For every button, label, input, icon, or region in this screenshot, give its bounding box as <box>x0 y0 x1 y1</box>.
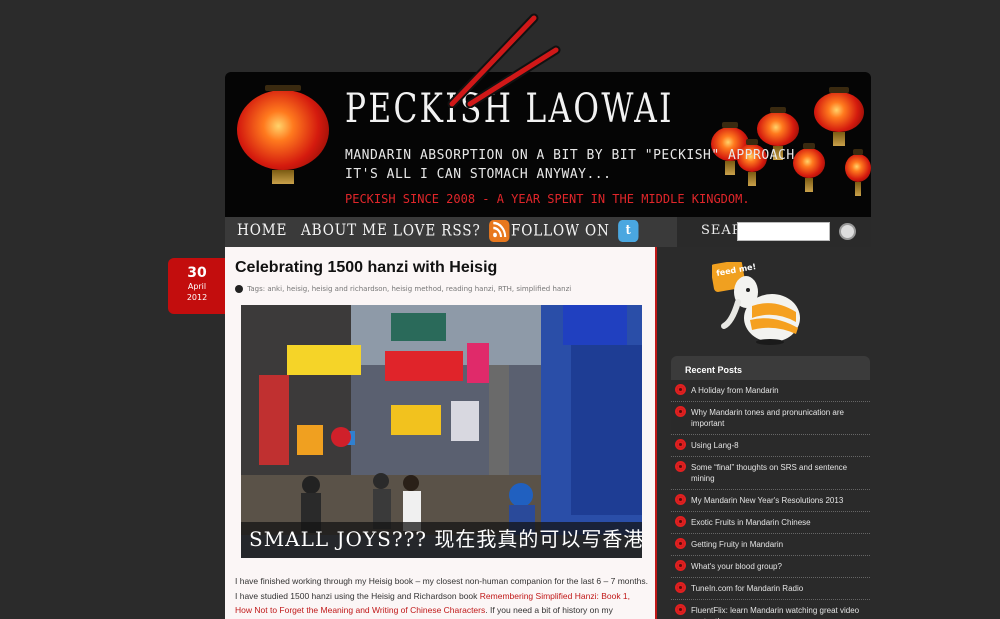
recent-post-label: Exotic Fruits in Mandarin Chinese <box>691 518 811 527</box>
bullet-icon <box>675 560 686 571</box>
tag-link[interactable]: RTH <box>498 285 512 293</box>
tag-link[interactable]: simplified hanzi <box>516 285 571 293</box>
recent-post-label: Getting Fruity in Mandarin <box>691 540 784 549</box>
feed-me-mascot[interactable]: feed me! <box>710 260 802 346</box>
recent-post-link[interactable]: Exotic Fruits in Mandarin Chinese <box>671 512 870 534</box>
search-input[interactable] <box>737 222 830 241</box>
recent-post-label: TuneIn.com for Mandarin Radio <box>691 584 804 593</box>
tag-link[interactable]: anki <box>267 285 282 293</box>
recent-post-link[interactable]: FluentFlix: learn Mandarin watching grea… <box>671 600 870 619</box>
bullet-icon <box>675 604 686 615</box>
bullet-icon <box>675 538 686 549</box>
lantern-left-image <box>237 85 329 184</box>
post-date-year: 2012 <box>186 293 208 302</box>
recent-post-label: A Holiday from Mandarin <box>691 386 779 395</box>
recent-post-label: Some “final” thoughts on SRS and sentenc… <box>691 463 848 483</box>
recent-posts-list: A Holiday from Mandarin Why Mandarin ton… <box>671 380 870 619</box>
post-title[interactable]: Celebrating 1500 hanzi with Heisig <box>235 259 497 277</box>
twitter-icon: t <box>618 220 639 242</box>
nav-follow-on-label: FOLLOW ON <box>511 220 610 240</box>
bullet-icon <box>675 384 686 395</box>
bullet-icon <box>675 461 686 472</box>
post-body: I have finished working through my Heisi… <box>235 574 649 619</box>
recent-post-link[interactable]: Why Mandarin tones and pronunication are… <box>671 402 870 435</box>
lantern-right-image <box>757 107 799 160</box>
chopsticks-icon <box>447 13 561 108</box>
recent-post-label: Why Mandarin tones and pronunication are… <box>691 408 844 428</box>
lantern-right-image <box>793 143 825 192</box>
recent-posts-title: Recent Posts <box>685 365 743 375</box>
street-scene-image <box>241 305 642 558</box>
recent-post-label: What's your blood group? <box>691 562 782 571</box>
tags-label: Tags: <box>247 285 266 293</box>
post-date-month: April <box>187 282 207 291</box>
site-tagline: MANDARIN ABSORPTION ON A BIT BY BIT "PEC… <box>345 148 795 163</box>
post-date-day: 30 <box>187 265 207 281</box>
recent-post-label: Using Lang-8 <box>691 441 739 450</box>
nav-love-rss[interactable]: LOVE RSS? <box>393 220 510 242</box>
bullet-icon <box>675 516 686 527</box>
nav-about-me[interactable]: ABOUT ME <box>301 220 388 239</box>
image-caption: SMALL JOYS??? 现在我真的可以写香港 <box>249 527 642 551</box>
recent-post-link[interactable]: What's your blood group? <box>671 556 870 578</box>
recent-posts-widget: Recent Posts A Holiday from Mandarin Why… <box>671 356 870 619</box>
recent-post-link[interactable]: My Mandarin New Year's Resolutions 2013 <box>671 490 870 512</box>
search-button[interactable] <box>839 223 856 240</box>
tag-link[interactable]: heisig method <box>391 285 441 293</box>
post-image: SMALL JOYS??? 现在我真的可以写香港 <box>241 305 642 558</box>
tag-link[interactable]: heisig and richardson <box>312 285 387 293</box>
site-subtagline: PECKISH SINCE 2008 - A YEAR SPENT IN THE… <box>345 192 750 206</box>
nav-home[interactable]: HOME <box>237 220 287 239</box>
site-tagline: IT'S ALL I CAN STOMACH ANYWAY... <box>345 167 612 182</box>
nav-love-rss-label: LOVE RSS? <box>393 220 481 240</box>
recent-post-link[interactable]: Getting Fruity in Mandarin <box>671 534 870 556</box>
post-content: Celebrating 1500 hanzi with Heisig Tags:… <box>225 247 657 619</box>
tag-link[interactable]: reading hanzi <box>446 285 494 293</box>
bullet-icon <box>675 439 686 450</box>
post-tags: Tags: anki, heisig, heisig and richardso… <box>235 285 571 293</box>
post-date-badge: 30 April 2012 <box>168 258 226 314</box>
nav-follow-on[interactable]: FOLLOW ON t <box>511 220 639 242</box>
lantern-right-image <box>814 87 864 146</box>
rss-icon <box>489 220 510 242</box>
search-area: SEARCH <box>677 217 871 247</box>
tag-icon <box>235 285 243 293</box>
recent-post-link[interactable]: Some “final” thoughts on SRS and sentenc… <box>671 457 870 490</box>
tag-link[interactable]: heisig <box>287 285 308 293</box>
bullet-icon <box>675 582 686 593</box>
recent-post-link[interactable]: Using Lang-8 <box>671 435 870 457</box>
recent-post-link[interactable]: TuneIn.com for Mandarin Radio <box>671 578 870 600</box>
lantern-right-image <box>845 149 871 196</box>
recent-post-link[interactable]: A Holiday from Mandarin <box>671 380 870 402</box>
bullet-icon <box>675 406 686 417</box>
bullet-icon <box>675 494 686 505</box>
recent-post-label: My Mandarin New Year's Resolutions 2013 <box>691 496 844 505</box>
recent-post-label: FluentFlix: learn Mandarin watching grea… <box>691 606 860 619</box>
